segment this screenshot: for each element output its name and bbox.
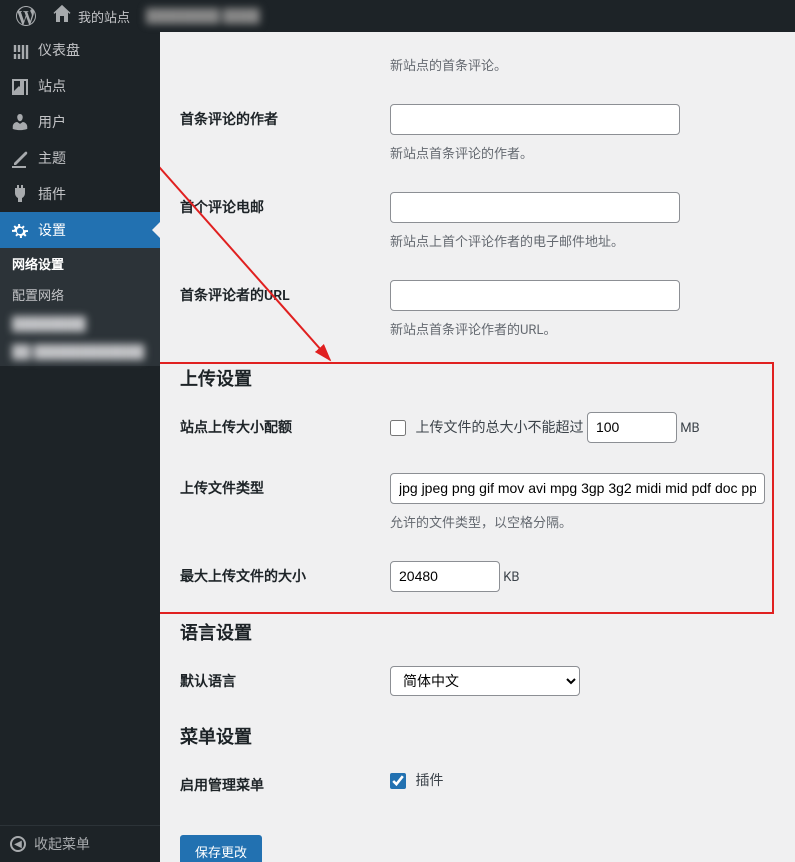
upload-quota-unit: MB: [680, 421, 699, 436]
submenu-blurred-2[interactable]: ██ ████████████: [0, 338, 160, 366]
enable-menu-label: 启用管理菜单: [180, 755, 380, 815]
first-comment-desc: 新站点的首条评论。: [390, 51, 765, 74]
enable-plugins-checkbox[interactable]: [390, 773, 406, 789]
settings-label: 设置: [38, 220, 66, 240]
upload-maxsize-label: 最大上传文件的大小: [180, 546, 380, 607]
plugins-icon: [10, 184, 30, 204]
submenu-blurred-1[interactable]: ████████: [0, 310, 160, 338]
first-comment-email-label: 首个评论电邮: [180, 177, 380, 265]
menu-settings[interactable]: 设置: [0, 212, 160, 248]
menu-themes[interactable]: 主题: [0, 140, 160, 176]
language-heading: 语言设置: [180, 619, 775, 645]
sites-label: 站点: [38, 76, 66, 96]
dashboard-icon: [10, 40, 30, 60]
first-comment-author-label: 首条评论的作者: [180, 89, 380, 177]
upload-heading: 上传设置: [180, 365, 775, 391]
upload-quota-checkbox[interactable]: [390, 420, 406, 436]
my-sites-link[interactable]: 我的站点: [44, 0, 138, 32]
wp-logo[interactable]: [8, 0, 44, 32]
default-language-label: 默认语言: [180, 651, 380, 711]
first-comment-email-desc: 新站点上首个评论作者的电子邮件地址。: [390, 227, 765, 250]
menu-plugins[interactable]: 插件: [0, 176, 160, 212]
upload-maxsize-unit: KB: [503, 570, 519, 585]
submenu-network-settings[interactable]: 网络设置: [0, 248, 160, 279]
first-comment-url-desc: 新站点首条评论作者的URL。: [390, 315, 765, 338]
collapse-menu[interactable]: ◀ 收起菜单: [0, 825, 160, 862]
sites-icon: [10, 76, 30, 96]
site-name-blurred[interactable]: ████████ ████: [138, 0, 268, 32]
home-icon: [52, 4, 72, 28]
menu-users[interactable]: 用户: [0, 104, 160, 140]
menu-dashboard[interactable]: 仪表盘: [0, 32, 160, 68]
save-button[interactable]: 保存更改: [180, 835, 262, 862]
first-comment-url-label: 首条评论者的URL: [180, 265, 380, 353]
collapse-icon: ◀: [10, 836, 26, 852]
default-language-select[interactable]: 简体中文: [390, 666, 580, 696]
first-comment-author-desc: 新站点首条评论的作者。: [390, 139, 765, 162]
themes-icon: [10, 148, 30, 168]
menu-sites[interactable]: 站点: [0, 68, 160, 104]
upload-filetypes-label: 上传文件类型: [180, 458, 380, 546]
upload-quota-label: 站点上传大小配额: [180, 397, 380, 458]
users-label: 用户: [38, 112, 66, 132]
upload-quota-input[interactable]: [587, 412, 677, 443]
my-sites-label: 我的站点: [78, 7, 130, 26]
upload-filetypes-desc: 允许的文件类型，以空格分隔。: [390, 508, 765, 531]
themes-label: 主题: [38, 148, 66, 168]
collapse-label: 收起菜单: [34, 834, 90, 854]
menu-heading: 菜单设置: [180, 723, 775, 749]
upload-filetypes-input[interactable]: [390, 473, 765, 504]
settings-icon: [10, 220, 30, 240]
enable-plugins-label: 插件: [415, 773, 443, 789]
submenu-network-setup[interactable]: 配置网络: [0, 279, 160, 310]
plugins-label: 插件: [38, 184, 66, 204]
upload-maxsize-input[interactable]: [390, 561, 500, 592]
upload-quota-checkbox-label: 上传文件的总大小不能超过: [415, 420, 583, 436]
users-icon: [10, 112, 30, 132]
dashboard-label: 仪表盘: [38, 40, 80, 60]
first-comment-author-input[interactable]: [390, 104, 680, 135]
first-comment-email-input[interactable]: [390, 192, 680, 223]
first-comment-url-input[interactable]: [390, 280, 680, 311]
